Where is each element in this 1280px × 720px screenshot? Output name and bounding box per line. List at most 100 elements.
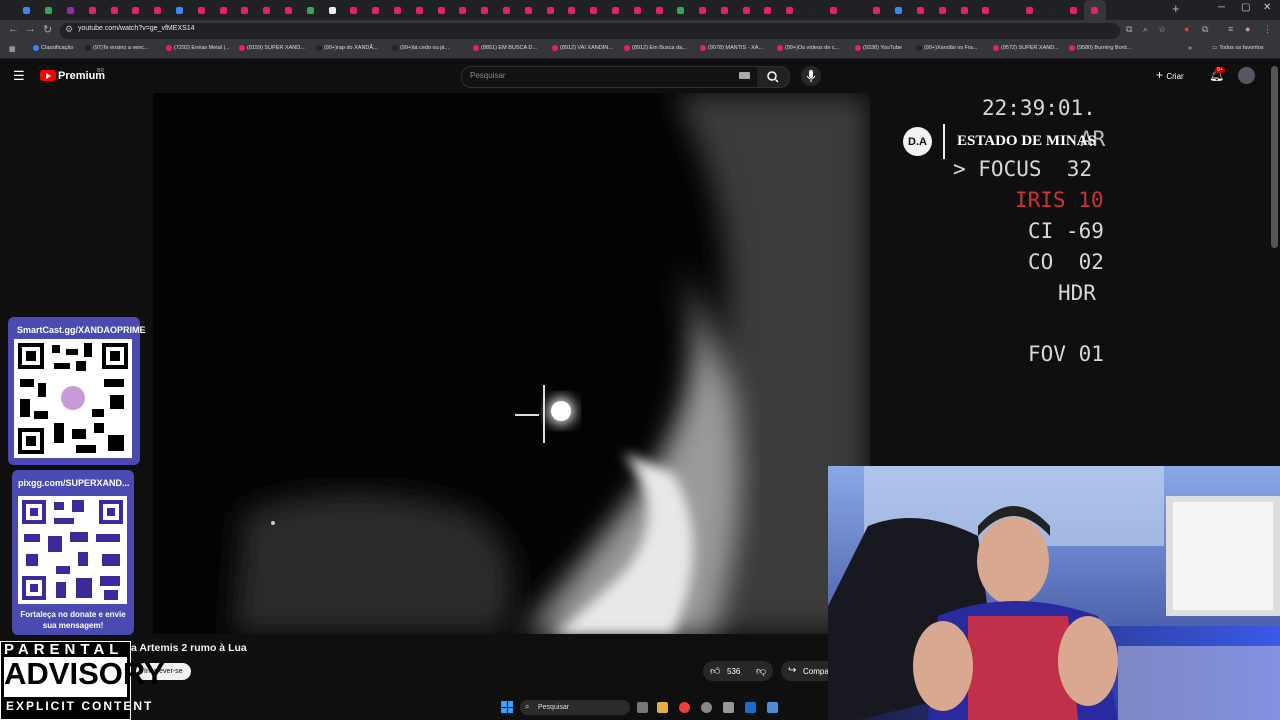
- back-icon[interactable]: ←: [8, 23, 19, 35]
- browser-tab[interactable]: [81, 0, 103, 20]
- like-icon[interactable]: 👍︎: [710, 665, 720, 677]
- bookmark-item[interactable]: (8912) VAI XANDIN...: [552, 45, 613, 51]
- browser-tab[interactable]: [757, 0, 779, 20]
- task-view-icon[interactable]: [637, 702, 648, 713]
- browser-tab[interactable]: [801, 0, 823, 20]
- browser-tab[interactable]: [343, 0, 365, 20]
- avatar[interactable]: [1238, 67, 1255, 84]
- bookmark-item[interactable]: (8159) SUPER XAND...: [239, 45, 305, 51]
- browser-tab[interactable]: [103, 0, 125, 20]
- browser-tab[interactable]: [735, 0, 757, 20]
- browser-tab[interactable]: [408, 0, 430, 20]
- extensions-icon[interactable]: ⧉: [1202, 24, 1208, 35]
- install-icon[interactable]: ⧉: [1126, 24, 1132, 35]
- browser-tab[interactable]: [910, 0, 932, 20]
- browser-tab[interactable]: [779, 0, 801, 20]
- create-button[interactable]: + Criar: [1156, 68, 1184, 82]
- browser-tab[interactable]: [60, 0, 82, 20]
- browser-tab[interactable]: [888, 0, 910, 20]
- browser-tab[interactable]: [670, 0, 692, 20]
- hamburger-menu-icon[interactable]: ☰: [13, 68, 25, 84]
- reload-icon[interactable]: ↻: [43, 23, 52, 36]
- bookmark-item[interactable]: (9572) SUPER XAND...: [993, 45, 1059, 51]
- site-info-icon[interactable]: ⚙: [65, 24, 73, 35]
- browser-tab[interactable]: [278, 0, 300, 20]
- browser-tab[interactable]: [190, 0, 212, 20]
- app-icon-2[interactable]: [767, 702, 778, 713]
- voice-search-button[interactable]: [801, 66, 821, 86]
- url-text[interactable]: youtube.com/watch?v=ge_vfMEXS14: [78, 25, 195, 32]
- bookmark-item[interactable]: (99+)Xandão vs Fra...: [916, 45, 977, 51]
- browser-tab[interactable]: [953, 0, 975, 20]
- bookmark-item[interactable]: (9338) YouTube: [855, 45, 902, 51]
- browser-tab[interactable]: [169, 0, 191, 20]
- bookmark-item[interactable]: (9580) Burning Bord...: [1069, 45, 1131, 51]
- address-bar[interactable]: [60, 23, 1120, 39]
- zoom-icon[interactable]: ⌕: [1143, 24, 1148, 35]
- bookmark-item[interactable]: (99+)tá cedo ou já...: [392, 45, 449, 51]
- bookmark-item[interactable]: Classificação: [33, 45, 73, 51]
- minimize-icon[interactable]: ─: [1218, 2, 1225, 13]
- more-bookmarks-icon[interactable]: »: [1188, 45, 1192, 52]
- browser-tab[interactable]: [866, 0, 888, 20]
- browser-tab[interactable]: [256, 0, 278, 20]
- browser-tab[interactable]: [299, 0, 321, 20]
- file-explorer-icon[interactable]: [657, 702, 668, 713]
- maximize-icon[interactable]: ▢: [1241, 2, 1250, 13]
- browser-tab[interactable]: [365, 0, 387, 20]
- browser-tab[interactable]: [583, 0, 605, 20]
- search-button[interactable]: [757, 66, 790, 88]
- browser-tab[interactable]: [822, 0, 844, 20]
- menu-icon[interactable]: ⋮: [1263, 24, 1272, 35]
- chrome-icon[interactable]: [679, 702, 690, 713]
- page-scrollbar[interactable]: [1271, 66, 1278, 248]
- browser-tab[interactable]: [1062, 0, 1084, 20]
- browser-tab[interactable]: [321, 0, 343, 20]
- windows-start-icon[interactable]: [501, 701, 513, 713]
- browser-tab[interactable]: [234, 0, 256, 20]
- keyboard-icon[interactable]: [739, 72, 750, 79]
- browser-tab[interactable]: [1019, 0, 1041, 20]
- like-count[interactable]: 536: [727, 667, 740, 676]
- bookmark-item[interactable]: (7292) Enéas Metal |...: [166, 45, 230, 51]
- browser-tab[interactable]: [626, 0, 648, 20]
- extension-icon[interactable]: ●: [1184, 24, 1189, 34]
- media-icon[interactable]: ≡: [1228, 24, 1233, 34]
- browser-tab[interactable]: [387, 0, 409, 20]
- browser-tab[interactable]: [844, 0, 866, 20]
- browser-tab[interactable]: [496, 0, 518, 20]
- dislike-icon[interactable]: 👎︎: [756, 665, 766, 677]
- bookmark-item[interactable]: (99+)Os vídeos de c...: [777, 45, 839, 51]
- browser-tab[interactable]: [125, 0, 147, 20]
- close-window-icon[interactable]: ✕: [1263, 2, 1271, 13]
- browser-tab[interactable]: [452, 0, 474, 20]
- browser-tab[interactable]: [474, 0, 496, 20]
- browser-tab[interactable]: [997, 0, 1019, 20]
- browser-tab[interactable]: [1040, 0, 1062, 20]
- browser-tab[interactable]: [561, 0, 583, 20]
- browser-tab[interactable]: [1084, 0, 1106, 20]
- video-player[interactable]: [153, 93, 870, 634]
- browser-tab[interactable]: [648, 0, 670, 20]
- browser-tab[interactable]: [539, 0, 561, 20]
- app-icon[interactable]: [701, 702, 712, 713]
- new-tab-icon[interactable]: +: [1172, 1, 1180, 16]
- browser-tab[interactable]: [16, 0, 38, 20]
- browser-tab[interactable]: [38, 0, 60, 20]
- bookmark-item[interactable]: (8912) Em Busca da...: [624, 45, 687, 51]
- browser-tab[interactable]: [517, 0, 539, 20]
- star-icon[interactable]: ☆: [1158, 24, 1166, 35]
- browser-tab[interactable]: [430, 0, 452, 20]
- profile-icon[interactable]: ●: [1245, 24, 1250, 34]
- taskbar-search[interactable]: [520, 700, 630, 715]
- bookmark-item[interactable]: (99+)rap do XANDÃ...: [316, 45, 378, 51]
- browser-tab[interactable]: [605, 0, 627, 20]
- bookmark-item[interactable]: (97)Te ensino a venc...: [85, 45, 149, 51]
- all-bookmarks[interactable]: ▭ Todos os favoritos: [1212, 45, 1264, 51]
- browser-tab[interactable]: [975, 0, 997, 20]
- browser-tab[interactable]: [147, 0, 169, 20]
- browser-tab[interactable]: [714, 0, 736, 20]
- apps-icon[interactable]: ▦: [9, 45, 16, 53]
- browser-tab[interactable]: [931, 0, 953, 20]
- bookmark-item[interactable]: (9078) MANTIS - XA...: [700, 45, 763, 51]
